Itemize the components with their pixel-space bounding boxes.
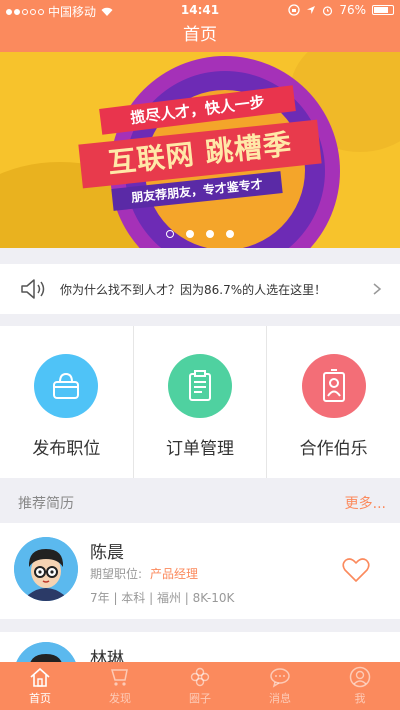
resume-card[interactable]: 陈晨 期望职位: 产品经理 7年 | 本科 | 福州 | 8K-10K <box>0 523 400 619</box>
clipboard-icon <box>168 354 232 418</box>
action-label: 订单管理 <box>166 439 234 459</box>
badge-icon <box>301 354 366 418</box>
tab-label: 发现 <box>109 692 131 705</box>
recommended-resumes-header: 推荐简历 更多... <box>0 484 400 522</box>
flower-icon <box>190 667 210 687</box>
quick-actions: 发布职位 订单管理 合作伯乐 <box>0 326 400 478</box>
tab-discover[interactable]: 发现 <box>80 662 160 710</box>
resume-name: 陈晨 <box>90 543 124 563</box>
speaker-icon <box>21 279 45 299</box>
home-icon <box>30 667 50 687</box>
pager-dot[interactable] <box>206 230 214 238</box>
tab-label: 圈子 <box>189 692 211 705</box>
chevron-right-icon <box>373 283 382 295</box>
lock-rotation-icon <box>288 4 300 16</box>
battery-icon <box>372 5 394 15</box>
discover-icon <box>110 669 128 686</box>
avatar <box>14 537 78 601</box>
banner-pager[interactable] <box>0 230 400 238</box>
resume-meta: 7年 | 本科 | 福州 | 8K-10K <box>90 591 235 605</box>
page-title: 首页 <box>183 25 217 45</box>
notice-bar[interactable]: 你为什么找不到人才？因为86.7%的人选在这里！ <box>0 264 400 314</box>
action-post-job[interactable]: 发布职位 <box>0 326 134 478</box>
tab-home[interactable]: 首页 <box>0 662 80 710</box>
alarm-icon <box>323 5 333 16</box>
desired-value: 产品经理 <box>150 567 199 581</box>
section-title: 推荐简历 <box>18 496 74 512</box>
tab-label: 我 <box>354 692 366 705</box>
notice-text: 你为什么找不到人才？因为86.7%的人选在这里！ <box>60 282 327 297</box>
action-orders[interactable]: 订单管理 <box>134 326 268 478</box>
tab-bar: 首页 发现 圈子 消息 我 <box>0 662 400 710</box>
heart-icon[interactable] <box>342 557 370 583</box>
tab-me[interactable]: 我 <box>320 662 400 710</box>
status-bar: 中国移动 14:41 76% <box>0 0 400 20</box>
profile-icon <box>349 666 371 688</box>
pager-dot[interactable] <box>226 230 234 238</box>
resume-desired: 期望职位: 产品经理 <box>90 565 198 582</box>
status-right: 76% <box>288 3 394 17</box>
action-label: 合作伯乐 <box>299 439 368 459</box>
pager-dot[interactable] <box>166 230 174 238</box>
location-icon <box>307 6 316 14</box>
tab-circle[interactable]: 圈子 <box>160 662 240 710</box>
nav-bar: 首页 <box>0 20 400 52</box>
more-link[interactable]: 更多... <box>345 493 386 513</box>
promo-banner[interactable]: 揽尽人才，快人一步 互联网 跳槽季 朋友荐朋友，专才鉴专才 <box>0 52 400 248</box>
tab-label: 消息 <box>269 692 291 705</box>
tab-label: 首页 <box>29 692 51 705</box>
message-icon <box>270 668 290 688</box>
pager-dot[interactable] <box>186 230 194 238</box>
action-label: 发布职位 <box>32 439 101 459</box>
desired-label: 期望职位: <box>90 567 143 581</box>
tab-messages[interactable]: 消息 <box>240 662 320 710</box>
battery-percent: 76% <box>339 3 366 17</box>
bag-icon <box>34 354 99 418</box>
action-partners[interactable]: 合作伯乐 <box>267 326 400 478</box>
